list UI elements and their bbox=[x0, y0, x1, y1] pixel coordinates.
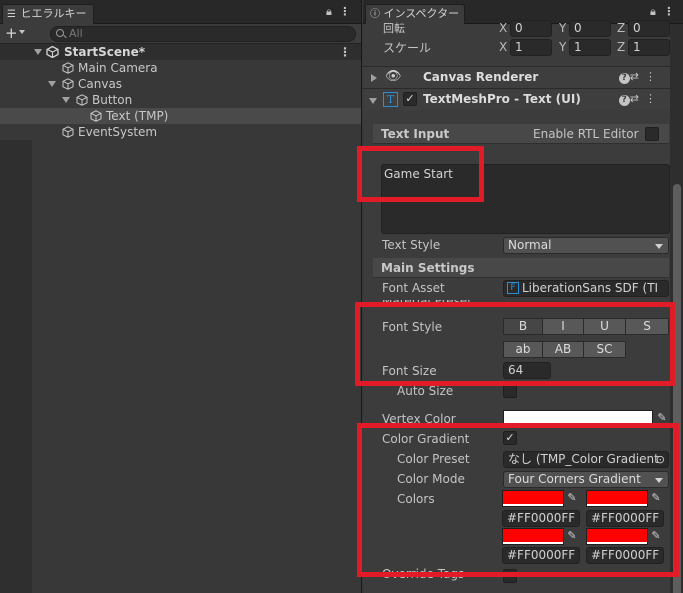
help-icon[interactable]: ? bbox=[618, 73, 630, 84]
info-icon: ⓘ bbox=[370, 9, 380, 20]
inspector-tab-controls: 🔒︎ ⋮ bbox=[650, 5, 674, 19]
section-title: Main Settings bbox=[381, 261, 475, 275]
gameobject-cube-icon bbox=[76, 94, 88, 106]
rtl-checkbox[interactable] bbox=[645, 127, 659, 141]
gameobject-cube-icon bbox=[62, 78, 74, 90]
list-item[interactable]: Main Camera bbox=[0, 60, 361, 76]
list-item[interactable]: EventSystem bbox=[0, 124, 361, 140]
component-title: TextMeshPro - Text (UI) bbox=[423, 92, 581, 106]
item-label: Main Camera bbox=[78, 61, 158, 75]
auto-size-checkbox[interactable] bbox=[503, 384, 517, 398]
highlight-box-font-style bbox=[355, 302, 675, 386]
highlight-box-color-gradient bbox=[357, 423, 679, 577]
font-asset-icon: F bbox=[507, 282, 519, 294]
item-label: Text (TMP) bbox=[106, 109, 169, 123]
component-controls: ? ⇄⋮ bbox=[618, 92, 662, 106]
hierarchy-toolbar: + All bbox=[0, 24, 361, 44]
gameobject-cube-icon bbox=[62, 126, 74, 138]
hierarchy-tab-controls: 🔒︎ ⋮ bbox=[326, 5, 350, 19]
auto-size-label: Auto Size bbox=[397, 384, 454, 398]
scene-name: StartScene* bbox=[64, 45, 145, 59]
presets-icon[interactable]: ⇄ bbox=[630, 70, 645, 83]
chevron-down-icon bbox=[655, 244, 663, 249]
fold-arrow-icon[interactable] bbox=[371, 74, 377, 82]
scale-y-field[interactable]: 1 bbox=[569, 39, 611, 56]
search-icon bbox=[56, 29, 64, 37]
tab-inspector-label: インスペクター bbox=[383, 7, 460, 20]
tab-hierarchy-label: ヒエラルキー bbox=[20, 7, 87, 20]
highlight-box-text-input bbox=[357, 146, 484, 202]
axis-y-label: Y bbox=[559, 21, 567, 35]
fold-arrow-icon[interactable] bbox=[62, 97, 70, 103]
font-asset-label: Font Asset bbox=[382, 281, 445, 295]
search-input[interactable]: All bbox=[50, 26, 356, 42]
list-icon: ☰ bbox=[7, 9, 16, 20]
text-input-section: Text Input Enable RTL Editor bbox=[373, 124, 669, 144]
more-options-icon[interactable]: ⋮ bbox=[339, 44, 351, 60]
section-title: Text Input bbox=[381, 127, 450, 141]
component-enabled-checkbox[interactable]: ✓ bbox=[403, 92, 417, 106]
rotation-y-field[interactable]: 0 bbox=[569, 20, 611, 37]
font-asset-field[interactable]: F LiberationSans SDF (TI bbox=[503, 280, 669, 297]
tab-inspector[interactable]: ⓘ インスペクター bbox=[365, 4, 465, 24]
tmp-component-header[interactable]: T ✓ TextMeshPro - Text (UI) ? ⇄⋮ bbox=[363, 88, 670, 110]
chevron-down-icon[interactable] bbox=[19, 30, 25, 34]
item-label: EventSystem bbox=[78, 125, 158, 139]
axis-x-label: X bbox=[499, 21, 508, 35]
more-options-icon[interactable]: ⋮ bbox=[663, 5, 674, 18]
eye-icon: 👁︎ bbox=[385, 69, 402, 84]
scene-row[interactable]: StartScene* ⋮ bbox=[0, 44, 361, 60]
gameobject-cube-icon bbox=[90, 110, 102, 122]
scale-x-field[interactable]: 1 bbox=[510, 39, 552, 56]
tab-hierarchy[interactable]: ☰ ヒエラルキー bbox=[2, 4, 94, 24]
help-icon[interactable]: ? bbox=[618, 95, 630, 106]
list-item-selected[interactable]: Text (TMP) bbox=[0, 108, 361, 124]
create-button[interactable]: + bbox=[5, 24, 18, 43]
hierarchy-panel: ☰ ヒエラルキー 🔒︎ ⋮ + All StartScene* ⋮ Main C… bbox=[0, 0, 362, 593]
lock-icon[interactable]: 🔒︎ bbox=[326, 5, 332, 18]
text-style-dropdown[interactable]: Normal bbox=[503, 237, 669, 254]
more-options-icon[interactable]: ⋮ bbox=[645, 92, 662, 105]
scale-label: スケール bbox=[383, 41, 432, 55]
search-placeholder: All bbox=[69, 27, 83, 40]
axis-z-label: Z bbox=[617, 40, 626, 54]
hierarchy-tabbar: ☰ ヒエラルキー 🔒︎ ⋮ bbox=[0, 0, 361, 24]
more-options-icon[interactable]: ⋮ bbox=[645, 70, 662, 83]
canvas-renderer-header[interactable]: 👁︎ Canvas Renderer ? ⇄⋮ bbox=[363, 66, 670, 88]
lock-icon[interactable]: 🔒︎ bbox=[650, 5, 656, 18]
presets-icon[interactable]: ⇄ bbox=[630, 92, 645, 105]
component-title: Canvas Renderer bbox=[423, 70, 539, 84]
axis-x-label: X bbox=[499, 40, 508, 54]
more-options-icon[interactable]: ⋮ bbox=[339, 5, 350, 18]
component-controls: ? ⇄⋮ bbox=[618, 70, 662, 84]
hierarchy-gutter bbox=[0, 140, 32, 593]
hierarchy-tree: StartScene* ⋮ Main Camera Canvas Button bbox=[0, 44, 361, 140]
text-style-value: Normal bbox=[508, 238, 552, 252]
list-item[interactable]: Canvas bbox=[0, 76, 361, 92]
font-asset-value: LiberationSans SDF (TI bbox=[522, 281, 659, 295]
text-style-label: Text Style bbox=[382, 238, 441, 252]
fold-arrow-icon[interactable] bbox=[34, 49, 42, 55]
fold-arrow-icon[interactable] bbox=[48, 81, 56, 87]
list-item[interactable]: Button bbox=[0, 92, 361, 108]
rotation-x-field[interactable]: 0 bbox=[510, 20, 552, 37]
scale-z-field[interactable]: 1 bbox=[628, 39, 670, 56]
item-label: Canvas bbox=[78, 77, 123, 91]
rotation-z-field[interactable]: 0 bbox=[628, 20, 670, 37]
tmp-t-icon: T bbox=[383, 92, 398, 107]
fold-arrow-icon[interactable] bbox=[369, 98, 377, 104]
unity-scene-icon bbox=[46, 46, 59, 58]
rtl-label: Enable RTL Editor bbox=[533, 127, 639, 141]
item-label: Button bbox=[92, 93, 133, 107]
rotation-label: 回転 bbox=[383, 22, 405, 35]
main-settings-section: Main Settings bbox=[373, 258, 669, 278]
gameobject-cube-icon bbox=[62, 62, 74, 74]
axis-y-label: Y bbox=[559, 40, 567, 54]
axis-z-label: Z bbox=[617, 21, 626, 35]
